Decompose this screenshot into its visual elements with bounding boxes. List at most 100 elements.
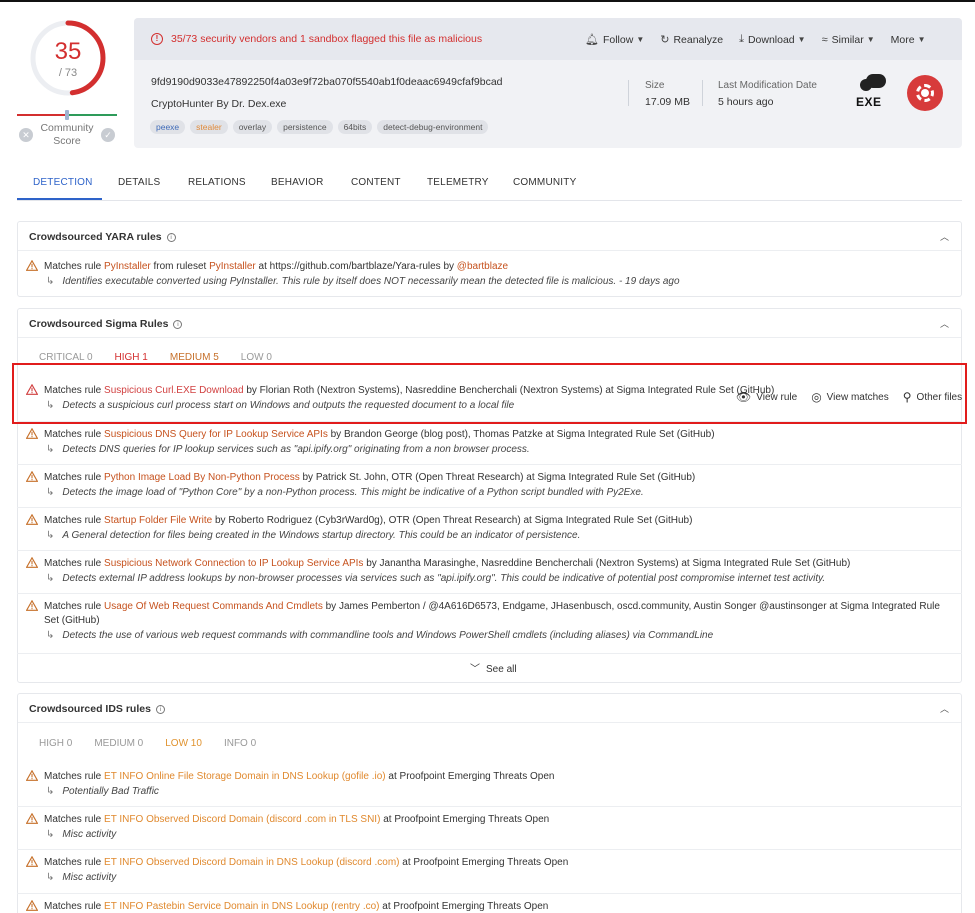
search-icon: ⚲ [902, 390, 912, 404]
chevron-down-icon: ﹀ [470, 664, 480, 675]
download-button[interactable]: ⤓ Download ▼ [739, 33, 806, 46]
ids-rule-link[interactable]: ET INFO Observed Discord Domain in DNS L… [104, 857, 399, 868]
yara-section-title: Crowdsourced YARA rules i [29, 231, 176, 243]
sigma-row-actions: 👁︎ View rule ◎ View matches ⚲ Other files [722, 390, 962, 404]
score-value: 35 [54, 38, 82, 65]
ids-rule-link[interactable]: ET INFO Online File Storage Domain in DN… [104, 771, 386, 782]
tab-detection[interactable]: DETECTION [33, 177, 93, 188]
sigma-rule-link[interactable]: Suspicious Network Connection to IP Look… [104, 558, 363, 569]
mod-date-label: Last Modification Date [718, 80, 817, 91]
severity-filter[interactable]: INFO 0 [224, 738, 256, 749]
warning-icon [26, 770, 38, 781]
file-hash[interactable]: 9fd9190d9033e47892250f4a03e9f72ba070f554… [151, 76, 503, 88]
view-rule-button[interactable]: 👁︎ View rule [736, 390, 797, 404]
sigma-rule-description: ↳ A General detection for files being cre… [46, 530, 581, 541]
chevron-down-icon: ▼ [866, 35, 875, 44]
download-icon: ⤓ [739, 33, 744, 45]
ids-rule-line: Matches rule ET INFO Observed Discord Do… [44, 814, 550, 825]
sigma-section-header[interactable]: Crowdsourced Sigma Rules i ︿ [18, 309, 961, 337]
file-tag[interactable]: detect-debug-environment [377, 120, 489, 134]
file-tag[interactable]: 64bits [337, 120, 373, 134]
chevron-up-icon[interactable]: ︿ [940, 230, 949, 243]
row-divider [17, 464, 962, 465]
file-tag[interactable]: overlay [232, 120, 273, 134]
sigma-severity-filters: CRITICAL 0 HIGH 1 MEDIUM 5 LOW 0 [39, 352, 294, 363]
yara-rule-description: ↳ Identifies executable converted using P… [46, 276, 680, 287]
more-button[interactable]: More ▼ [891, 33, 926, 46]
similar-button[interactable]: ≈ Similar ▼ [822, 33, 875, 46]
file-tag[interactable]: peexe [150, 120, 186, 134]
severity-filter[interactable]: MEDIUM 5 [170, 352, 219, 363]
warning-icon [26, 514, 38, 525]
sigma-rule-link[interactable]: Suspicious DNS Query for IP Lookup Servi… [104, 429, 328, 440]
ids-section: Crowdsourced IDS rules i ︿ [17, 693, 962, 913]
warning-icon [26, 600, 38, 611]
sigma-rule-line: Matches rule Usage Of Web Request Comman… [44, 601, 940, 626]
mod-date-value: 5 hours ago [718, 96, 774, 108]
yara-section-header[interactable]: Crowdsourced YARA rules i ︿ [18, 222, 961, 250]
yara-rule-link[interactable]: PyInstaller [104, 261, 151, 272]
ids-rule-line: Matches rule ET INFO Pastebin Service Do… [44, 901, 549, 912]
row-divider [17, 849, 962, 850]
bell-icon: 🔔︎ [585, 34, 599, 46]
sigma-rule-line: Matches rule Python Image Load By Non-Py… [44, 472, 696, 483]
file-tag[interactable]: persistence [277, 120, 333, 134]
row-divider [17, 593, 962, 594]
alert-icon: ! [151, 33, 163, 45]
reanalyze-button[interactable]: ↻ Reanalyze [660, 33, 723, 47]
row-divider [17, 893, 962, 894]
view-matches-button[interactable]: ◎ View matches [811, 390, 889, 404]
sigma-rule-line: Matches rule Suspicious DNS Query for IP… [44, 429, 715, 440]
warning-icon [26, 557, 38, 568]
see-all-button[interactable]: ﹀ See all [470, 660, 517, 675]
chevron-up-icon[interactable]: ︿ [940, 317, 949, 330]
sigma-rule-link[interactable]: Startup Folder File Write [104, 515, 212, 526]
tab-behavior[interactable]: BEHAVIOR [271, 177, 324, 188]
chevron-up-icon[interactable]: ︿ [940, 702, 949, 715]
info-icon: i [155, 705, 165, 714]
tab-telemetry[interactable]: TELEMETRY [427, 177, 489, 188]
ids-rule-line: Matches rule ET INFO Observed Discord Do… [44, 857, 569, 868]
sandbox-gear-icon[interactable] [907, 75, 943, 111]
file-tag[interactable]: stealer [190, 120, 228, 134]
warning-icon [26, 813, 38, 824]
chevron-down-icon: ▼ [917, 35, 926, 44]
ids-severity-filters: HIGH 0 MEDIUM 0 LOW 10 INFO 0 [39, 738, 278, 749]
severity-filter[interactable]: HIGH 1 [115, 352, 148, 363]
detection-score: 35 / 73 [28, 18, 108, 98]
follow-button[interactable]: 🔔︎ Follow ▼ [585, 33, 644, 47]
severity-filter[interactable]: LOW 0 [241, 352, 272, 363]
malicious-alert: ! 35/73 security vendors and 1 sandbox f… [151, 33, 482, 45]
sigma-rule-description: ↳ Detects external IP address lookups by … [46, 573, 826, 584]
ids-section-title: Crowdsourced IDS rules i [29, 703, 165, 715]
ids-rule-line: Matches rule ET INFO Online File Storage… [44, 771, 555, 782]
severity-filter[interactable]: LOW 10 [165, 738, 202, 749]
other-files-button[interactable]: ⚲ Other files [903, 390, 962, 404]
downvote-icon[interactable]: ✕ [19, 128, 33, 142]
exe-file-type-icon: EXE [850, 73, 892, 113]
ids-rule-link[interactable]: ET INFO Observed Discord Domain (discord… [104, 814, 380, 825]
warning-icon [26, 428, 38, 439]
row-divider [17, 507, 962, 508]
sigma-rule-link[interactable]: Usage Of Web Request Commands And Cmdlet… [104, 601, 323, 612]
severity-filter[interactable]: HIGH 0 [39, 738, 72, 749]
tab-content[interactable]: CONTENT [351, 177, 401, 188]
sigma-rule-description: ↳ Detects the use of various web request … [46, 630, 714, 641]
ids-rule-description: ↳ Potentially Bad Traffic [46, 786, 159, 797]
eye-icon: 👁︎ [736, 390, 752, 404]
warning-icon [26, 260, 38, 271]
yara-rule-line: Matches rule PyInstaller from ruleset Py… [44, 261, 509, 272]
yara-author-link[interactable]: @bartblaze [457, 261, 508, 272]
yara-ruleset-link[interactable]: PyInstaller [209, 261, 256, 272]
ids-section-header[interactable]: Crowdsourced IDS rules i ︿ [18, 694, 961, 722]
info-icon: i [166, 233, 176, 242]
tab-community[interactable]: COMMUNITY [513, 177, 576, 188]
main-tabs: DETECTION DETAILS RELATIONS BEHAVIOR CON… [17, 177, 962, 201]
tab-relations[interactable]: RELATIONS [188, 177, 246, 188]
sigma-rule-link[interactable]: Python Image Load By Non-Python Process [104, 472, 300, 483]
ids-rule-link[interactable]: ET INFO Pastebin Service Domain in DNS L… [104, 901, 379, 912]
tab-details[interactable]: DETAILS [118, 177, 160, 188]
severity-filter[interactable]: MEDIUM 0 [94, 738, 143, 749]
severity-filter[interactable]: CRITICAL 0 [39, 352, 93, 363]
upvote-icon[interactable]: ✓ [101, 128, 115, 142]
